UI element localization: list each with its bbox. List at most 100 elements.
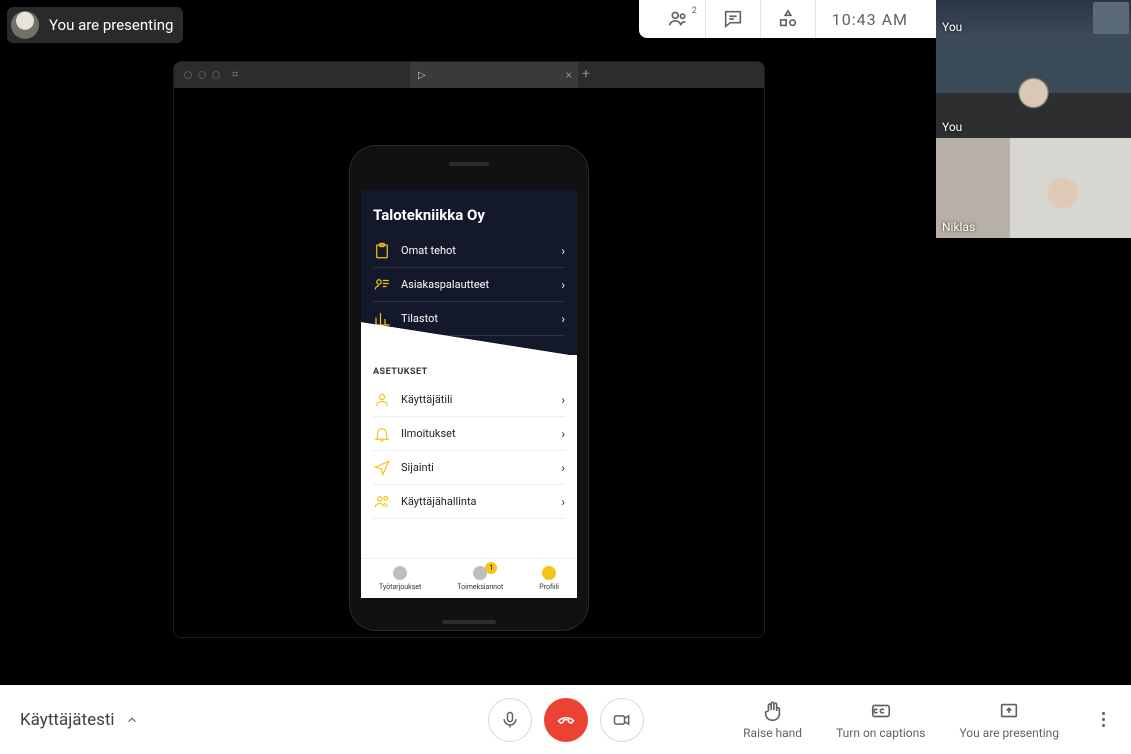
- figma-icon: ⌗: [232, 68, 238, 82]
- tab-offers[interactable]: Työtarjoukset: [379, 566, 421, 591]
- phone-mockup: Talotekniikka Oy Omat tehot › Asiakaspal…: [350, 146, 588, 630]
- chat-icon: [722, 8, 744, 30]
- settings-label: Käyttäjätili: [401, 393, 452, 406]
- window-chrome: ⌗ ▷ × +: [174, 62, 764, 88]
- participant-tile[interactable]: You: [936, 0, 1131, 38]
- tab-label: Työtarjoukset: [379, 583, 421, 591]
- chat-button[interactable]: [706, 0, 761, 38]
- present-icon: [998, 700, 1020, 722]
- meeting-title: Käyttäjätesti: [20, 710, 115, 730]
- diagonal-divider: [361, 322, 577, 356]
- people-icon: [667, 8, 689, 30]
- self-pip: [1093, 2, 1129, 34]
- zoom-dot-icon: [212, 71, 220, 79]
- participant-thumbnails: You You Niklas: [936, 0, 1131, 238]
- phone-home-bar: [442, 620, 496, 624]
- tab-dot-icon: [542, 566, 556, 580]
- app-title: Talotekniikka Oy: [373, 206, 565, 224]
- close-dot-icon: [184, 71, 192, 79]
- tile-label: You: [942, 120, 962, 134]
- tab-badge: 1: [485, 562, 497, 574]
- dot-icon: [1102, 718, 1105, 721]
- meeting-name-button[interactable]: Käyttäjätesti: [20, 710, 139, 730]
- shared-window: ⌗ ▷ × + Talotekniikka Oy Omat tehot ›: [174, 62, 764, 637]
- menu-label: Asiakaspalautteet: [401, 278, 489, 291]
- settings-item-user-mgmt[interactable]: Käyttäjähallinta ›: [373, 485, 565, 519]
- tab-dot-icon: [393, 566, 407, 580]
- chevron-right-icon: ›: [561, 495, 565, 509]
- hand-icon: [762, 700, 784, 722]
- participant-tile[interactable]: Niklas: [936, 138, 1131, 238]
- user-icon: [373, 391, 391, 409]
- presenting-label: You are presenting: [49, 16, 173, 34]
- chevron-right-icon: ›: [561, 278, 565, 292]
- settings-heading: ASETUKSET: [361, 355, 577, 383]
- settings-label: Käyttäjähallinta: [401, 495, 477, 508]
- tab-label: Profiili: [539, 583, 559, 591]
- chevron-right-icon: ›: [561, 393, 565, 407]
- action-label: Turn on captions: [836, 726, 925, 740]
- chevron-right-icon: ›: [561, 427, 565, 441]
- feedback-icon: [373, 276, 391, 294]
- video-stage: You are presenting 2 10:43 AM You You Ni…: [0, 0, 1131, 685]
- bottom-bar: Käyttäjätesti Raise hand Turn on caption…: [0, 685, 1131, 754]
- tab-label: Toimeksiannot: [457, 583, 503, 591]
- settings-label: Ilmoitukset: [401, 427, 456, 440]
- app-header-section: Talotekniikka Oy Omat tehot › Asiakaspal…: [361, 190, 577, 355]
- mic-button[interactable]: [488, 698, 532, 742]
- settings-item-notifications[interactable]: Ilmoitukset ›: [373, 417, 565, 451]
- app-screen: Talotekniikka Oy Omat tehot › Asiakaspal…: [361, 190, 577, 598]
- play-icon: ▷: [418, 70, 426, 81]
- captions-button[interactable]: Turn on captions: [836, 700, 925, 740]
- people-count: 2: [692, 6, 697, 16]
- action-label: Raise hand: [743, 726, 802, 740]
- more-options-button[interactable]: [1093, 710, 1113, 730]
- raise-hand-button[interactable]: Raise hand: [743, 700, 802, 740]
- browser-tab[interactable]: ▷ ×: [410, 62, 578, 88]
- present-button[interactable]: You are presenting: [959, 700, 1059, 740]
- camera-button[interactable]: [600, 698, 644, 742]
- settings-item-location[interactable]: Sijainti ›: [373, 451, 565, 485]
- right-actions: Raise hand Turn on captions You are pres…: [743, 700, 1113, 740]
- time-label: 10:43 AM: [832, 10, 908, 29]
- clock: 10:43 AM: [816, 0, 924, 38]
- tab-profile[interactable]: Profiili: [539, 566, 559, 591]
- tab-assignments[interactable]: 1 Toimeksiannot: [457, 566, 503, 591]
- menu-item-feedback[interactable]: Asiakaspalautteet ›: [373, 268, 565, 302]
- presentation-canvas: Talotekniikka Oy Omat tehot › Asiakaspal…: [174, 88, 764, 637]
- people-button[interactable]: 2: [651, 0, 706, 38]
- hangup-button[interactable]: [544, 698, 588, 742]
- avatar: [11, 11, 39, 39]
- phone-hangup-icon: [556, 710, 576, 730]
- traffic-lights: [184, 71, 220, 79]
- participant-tile[interactable]: You: [936, 38, 1131, 138]
- menu-item-performance[interactable]: Omat tehot ›: [373, 234, 565, 268]
- action-label: You are presenting: [959, 726, 1059, 740]
- clipboard-icon: [373, 242, 391, 260]
- settings-item-account[interactable]: Käyttäjätili ›: [373, 383, 565, 417]
- close-icon[interactable]: ×: [566, 68, 572, 82]
- phone-speaker: [449, 162, 489, 166]
- dot-icon: [1102, 724, 1105, 727]
- chevron-right-icon: ›: [561, 244, 565, 258]
- settings-list: Käyttäjätili › Ilmoitukset › Sijainti ›: [361, 383, 577, 519]
- top-toolbar: 2 10:43 AM: [639, 0, 936, 38]
- presenting-indicator: You are presenting: [7, 7, 183, 43]
- new-tab-button[interactable]: +: [582, 66, 590, 82]
- chevron-right-icon: ›: [561, 461, 565, 475]
- dot-icon: [1102, 712, 1105, 715]
- bottom-tabbar: Työtarjoukset 1 Toimeksiannot Profiili: [361, 558, 577, 598]
- location-icon: [373, 459, 391, 477]
- bell-icon: [373, 425, 391, 443]
- minimize-dot-icon: [198, 71, 206, 79]
- activities-button[interactable]: [761, 0, 816, 38]
- shapes-icon: [777, 8, 799, 30]
- mic-icon: [500, 710, 520, 730]
- menu-label: Omat tehot: [401, 244, 456, 257]
- captions-icon: [870, 700, 892, 722]
- settings-label: Sijainti: [401, 461, 434, 474]
- call-controls: [488, 698, 644, 742]
- camera-icon: [612, 710, 632, 730]
- tile-label: Niklas: [942, 220, 975, 234]
- chevron-up-icon: [125, 713, 139, 727]
